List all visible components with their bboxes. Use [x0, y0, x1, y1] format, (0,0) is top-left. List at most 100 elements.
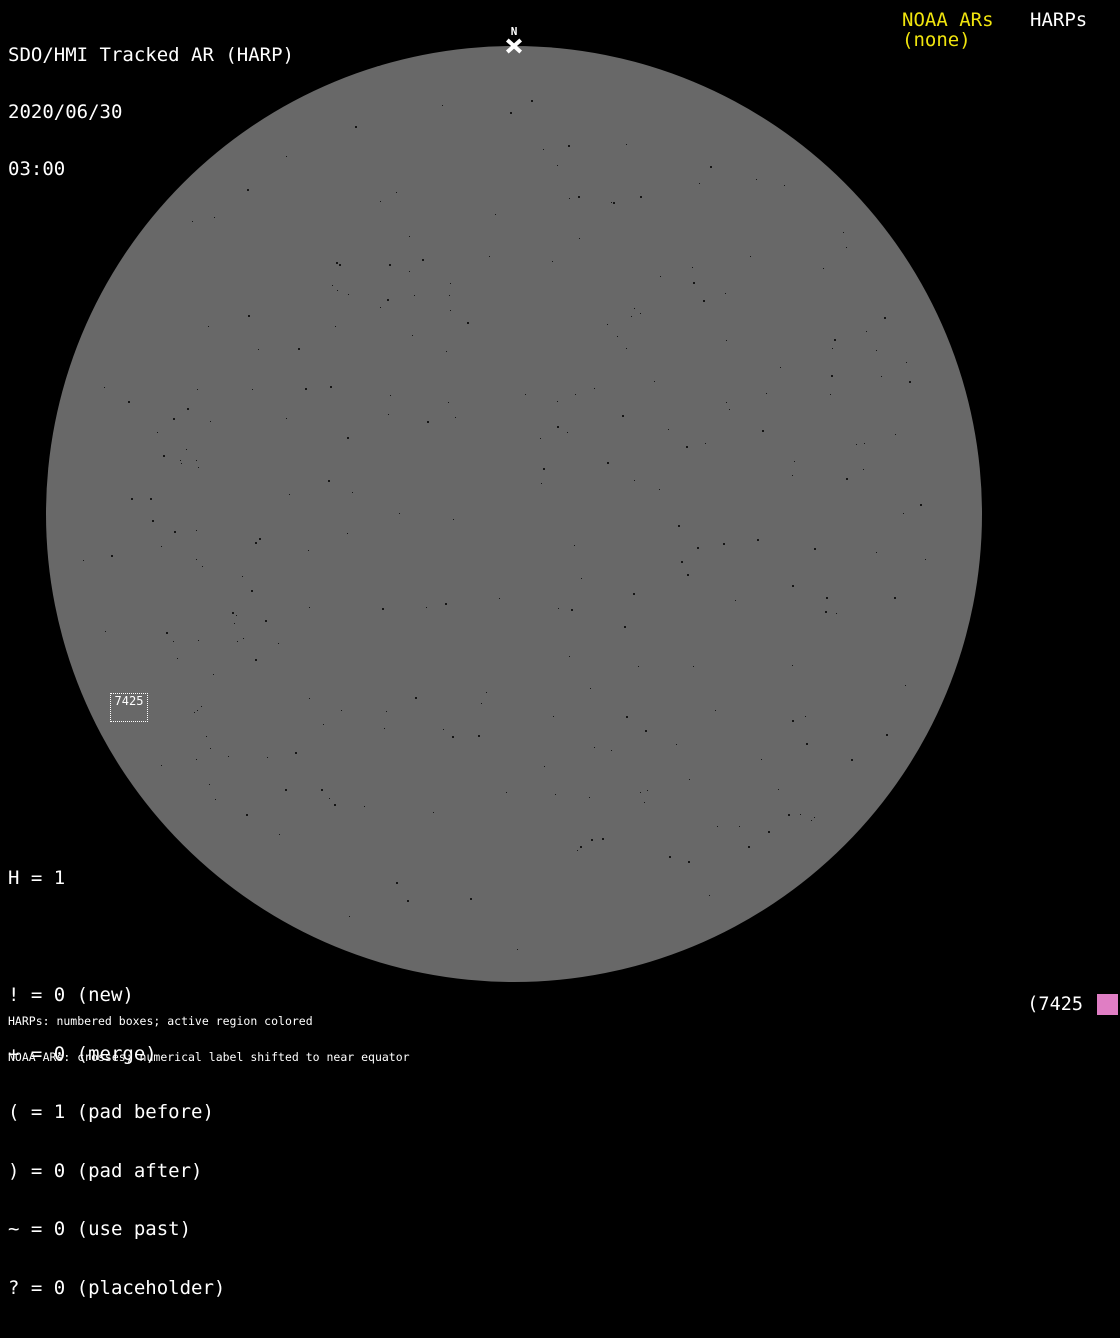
magnetogram-speckle	[380, 307, 381, 308]
magnetogram-speckle	[329, 798, 330, 799]
magnetogram-speckle	[409, 236, 410, 237]
magnetogram-speckle	[686, 446, 688, 448]
magnetogram-speckle	[255, 542, 257, 544]
noaa-ar-cross-icon	[505, 38, 523, 54]
magnetogram-speckle	[174, 531, 176, 533]
magnetogram-speckle	[805, 716, 806, 717]
magnetogram-speckle	[349, 916, 350, 917]
magnetogram-speckle	[693, 666, 694, 667]
magnetogram-speckle	[579, 238, 580, 239]
magnetogram-speckle	[422, 259, 424, 261]
magnetogram-speckle	[131, 498, 133, 500]
magnetogram-speckle	[467, 322, 469, 324]
magnetogram-speckle	[578, 196, 580, 198]
magnetogram-speckle	[569, 656, 570, 657]
magnetogram-speckle	[251, 590, 253, 592]
magnetogram-speckle	[784, 185, 785, 186]
magnetogram-speckle	[196, 460, 197, 461]
magnetogram-speckle	[152, 520, 154, 522]
magnetogram-speckle	[409, 271, 410, 272]
magnetogram-speckle	[557, 426, 559, 428]
magnetogram-speckle	[640, 196, 642, 198]
magnetogram-speckle	[611, 750, 612, 751]
magnetogram-speckle	[543, 149, 544, 150]
magnetogram-speckle	[348, 294, 349, 295]
magnetogram-speckle	[198, 640, 199, 641]
magnetogram-speckle	[384, 728, 385, 729]
magnetogram-speckle	[920, 504, 922, 506]
magnetogram-speckle	[591, 839, 593, 841]
magnetogram-speckle	[173, 641, 174, 642]
header-title-block: SDO/HMI Tracked AR (HARP) 2020/06/30 03:…	[8, 8, 294, 217]
magnetogram-speckle	[517, 949, 518, 950]
footer-captions: HARPs: numbered boxes; active region col…	[8, 991, 410, 1087]
magnetogram-speckle	[295, 752, 297, 754]
magnetogram-speckle	[693, 282, 695, 284]
magnetogram-speckle	[258, 349, 259, 350]
magnetogram-speckle	[825, 611, 827, 613]
magnetogram-speckle	[232, 612, 234, 614]
magnetogram-speckle	[553, 716, 554, 717]
magnetogram-speckle	[631, 316, 632, 317]
magnetogram-speckle	[778, 789, 779, 790]
magnetogram-speckle	[626, 144, 627, 145]
harp-region-number: 7425	[114, 694, 144, 708]
magnetogram-speckle	[157, 432, 158, 433]
magnetogram-speckle	[450, 310, 451, 311]
noaa-ars-value: (none)	[902, 29, 971, 51]
magnetogram-speckle	[881, 376, 882, 377]
magnetogram-speckle	[709, 895, 710, 896]
magnetogram-speckle	[352, 492, 353, 493]
magnetogram-speckle	[856, 444, 857, 445]
magnetogram-speckle	[196, 559, 197, 560]
magnetogram-speckle	[640, 792, 641, 793]
harps-column-label: HARPs	[1030, 9, 1088, 31]
magnetogram-speckle	[644, 802, 645, 803]
legend-line-placeholder: ? = 0 (placeholder)	[8, 1276, 226, 1299]
magnetogram-speckle	[826, 597, 828, 599]
magnetogram-speckle	[792, 585, 794, 587]
magnetogram-speckle	[906, 362, 907, 363]
magnetogram-speckle	[611, 202, 612, 203]
magnetogram-speckle	[298, 348, 300, 350]
magnetogram-speckle	[510, 112, 512, 114]
magnetogram-speckle	[161, 546, 162, 547]
magnetogram-speckle	[489, 256, 490, 257]
magnetogram-speckle	[780, 367, 781, 368]
magnetogram-speckle	[202, 566, 203, 567]
magnetogram-speckle	[470, 898, 472, 900]
magnetogram-speckle	[638, 666, 639, 667]
magnetogram-speckle	[531, 100, 533, 102]
magnetogram-speckle	[806, 743, 808, 745]
magnetogram-speckle	[659, 489, 660, 490]
magnetogram-speckle	[895, 434, 896, 435]
magnetogram-speckle	[864, 443, 865, 444]
magnetogram-speckle	[729, 409, 730, 410]
magnetogram-speckle	[925, 559, 926, 560]
magnetogram-speckle	[668, 429, 669, 430]
magnetogram-speckle	[446, 351, 447, 352]
magnetogram-speckle	[792, 475, 793, 476]
magnetogram-speckle	[761, 759, 762, 760]
magnetogram-speckle	[886, 734, 888, 736]
magnetogram-speckle	[766, 393, 767, 394]
magnetogram-speckle	[876, 350, 877, 351]
magnetogram-speckle	[571, 609, 573, 611]
legend-line-pad-before: ( = 1 (pad before)	[8, 1101, 214, 1123]
magnetogram-speckle	[128, 401, 130, 403]
magnetogram-speckle	[624, 626, 626, 628]
magnetogram-speckle	[161, 765, 162, 766]
magnetogram-speckle	[192, 221, 193, 222]
legend-line-use-past: ~ = 0 (use past)	[8, 1218, 192, 1240]
magnetogram-speckle	[236, 615, 237, 616]
magnetogram-speckle	[894, 597, 896, 599]
magnetogram-speckle	[83, 560, 84, 561]
magnetogram-speckle	[445, 603, 447, 605]
magnetogram-speckle	[105, 631, 106, 632]
magnetogram-speckle	[800, 814, 801, 815]
magnetogram-speckle	[210, 421, 211, 422]
magnetogram-speckle	[390, 395, 391, 396]
magnetogram-speckle	[196, 759, 197, 760]
magnetogram-speckle	[703, 300, 705, 302]
magnetogram-speckle	[792, 665, 793, 666]
